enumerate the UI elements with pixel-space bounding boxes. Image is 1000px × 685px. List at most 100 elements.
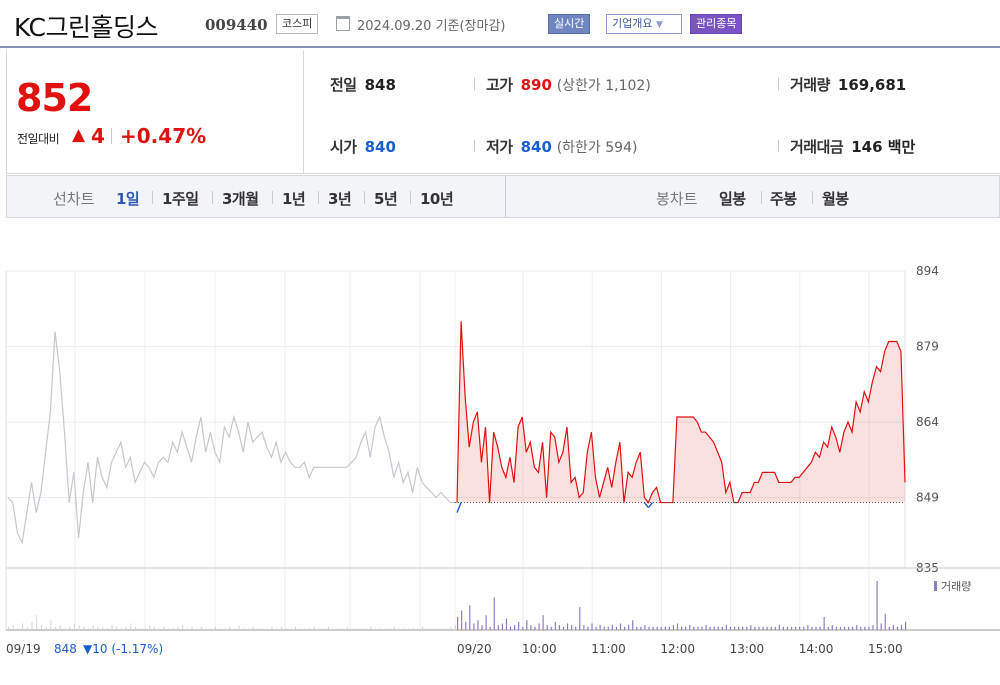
- volume-bar: [770, 626, 772, 630]
- volume-bar: [360, 628, 362, 630]
- volume-bar: [309, 628, 311, 630]
- divider: [364, 191, 365, 204]
- volume-bar: [417, 628, 419, 630]
- volume-bar: [725, 625, 727, 630]
- volume-bar: [342, 628, 344, 630]
- volume-bar: [120, 628, 122, 630]
- volume-bar: [750, 625, 752, 630]
- volume-bar: [628, 625, 630, 630]
- tab-1d[interactable]: 1일: [116, 188, 140, 209]
- company-info-label: 기업개요: [612, 17, 653, 30]
- tab-10y[interactable]: 10년: [420, 188, 454, 209]
- volume-bar: [450, 626, 452, 630]
- volume-bar: [457, 616, 459, 630]
- volume-bar: [795, 626, 797, 630]
- line-chart-label: 선차트: [53, 190, 95, 208]
- upper-limit: (상한가 1,102): [556, 78, 651, 94]
- volume-bar: [182, 625, 184, 630]
- volume-bar: [219, 628, 221, 630]
- trade-value-label: 거래대금: [790, 138, 844, 156]
- volume-bar: [247, 628, 249, 630]
- volume-bar: [546, 625, 548, 630]
- volume-bar: [318, 628, 320, 630]
- tab-5y[interactable]: 5년: [374, 188, 398, 209]
- volume-bar: [125, 626, 127, 630]
- volume-bar: [856, 625, 858, 630]
- tab-1y[interactable]: 1년: [282, 188, 306, 209]
- tab-1w[interactable]: 1주일: [162, 188, 199, 209]
- volume-bar: [888, 626, 890, 630]
- volume-bar: [102, 626, 104, 630]
- volume-bar: [299, 628, 301, 630]
- volume-bar: [632, 620, 634, 630]
- volume-bar: [509, 626, 512, 630]
- divider: [812, 191, 813, 204]
- prev-close-item: 전일 848: [330, 74, 396, 95]
- tab-monthly-candle[interactable]: 월봉: [822, 188, 849, 209]
- volume-label: 거래량: [790, 76, 830, 94]
- volume-bar: [393, 626, 395, 630]
- divider: [111, 128, 112, 144]
- x-tick-label-prev-day: 09/19: [6, 642, 41, 656]
- volume-bar: [78, 625, 80, 630]
- volume-bar: [200, 626, 202, 630]
- volume-bar: [729, 626, 732, 630]
- volume-bar: [762, 626, 764, 630]
- tab-daily-candle[interactable]: 일봉: [719, 188, 746, 209]
- volume-bar: [139, 628, 141, 630]
- company-info-dropdown[interactable]: 기업개요 ▼: [606, 14, 682, 34]
- company-name[interactable]: KC그린홀딩스: [14, 8, 158, 44]
- realtime-button[interactable]: 실시간: [548, 14, 591, 34]
- tab-group-divider: [505, 176, 506, 217]
- volume-bar: [623, 626, 626, 630]
- volume-bar: [693, 626, 695, 630]
- volume-bar: [689, 625, 691, 630]
- volume-bar: [681, 626, 683, 630]
- volume-bar: [738, 626, 740, 630]
- volume-bar: [407, 628, 409, 630]
- volume-bar: [676, 623, 679, 630]
- volume-bar: [778, 625, 780, 630]
- volume-bar: [742, 626, 744, 630]
- y-tick-label: 894: [916, 264, 939, 278]
- volume-bar: [905, 621, 907, 630]
- volume-bar: [465, 621, 467, 630]
- volume-bar: [73, 623, 75, 630]
- volume-bar: [566, 623, 569, 630]
- date-text: 2024.09.20 기준(장마감): [357, 19, 506, 34]
- volume-bar: [337, 628, 339, 630]
- volume-bar: [389, 628, 391, 630]
- volume-bar: [607, 626, 609, 630]
- volume-bar: [619, 623, 622, 630]
- volume-bar: [426, 628, 428, 630]
- volume-bar: [660, 626, 662, 630]
- volume-bar: [811, 626, 813, 630]
- volume-bar: [599, 625, 601, 630]
- divider: [318, 191, 319, 204]
- x-tick-label: 13:00: [730, 642, 765, 656]
- volume-bar: [97, 626, 99, 630]
- volume-bar: [562, 626, 565, 630]
- volume-bar: [493, 597, 495, 630]
- volume-bar: [295, 626, 297, 630]
- volume-legend-swatch: [934, 581, 937, 591]
- volume-bar: [8, 626, 9, 630]
- volume-bar: [713, 626, 715, 630]
- volume-bar: [579, 607, 581, 630]
- volume-bar: [530, 625, 532, 630]
- x-tick-label: 15:00: [868, 642, 903, 656]
- price-chart[interactable]: 835849864879894거래량09/19 848 ▼10 (-1.17%) 09…: [0, 230, 1000, 680]
- tab-3y[interactable]: 3년: [328, 188, 352, 209]
- volume-bar: [611, 625, 613, 630]
- volume-bar: [497, 625, 499, 630]
- volume-bar: [505, 618, 508, 630]
- managed-stock-badge[interactable]: 관리종목: [690, 14, 743, 34]
- tab-3m[interactable]: 3개월: [222, 188, 259, 209]
- high-value: 890: [520, 76, 552, 94]
- volume-bar: [603, 626, 605, 630]
- trade-value-item: 거래대금 146 백만: [790, 136, 915, 157]
- divider: [212, 191, 213, 204]
- volume-bar: [644, 625, 646, 630]
- volume-bar: [351, 628, 353, 630]
- tab-weekly-candle[interactable]: 주봉: [770, 188, 797, 209]
